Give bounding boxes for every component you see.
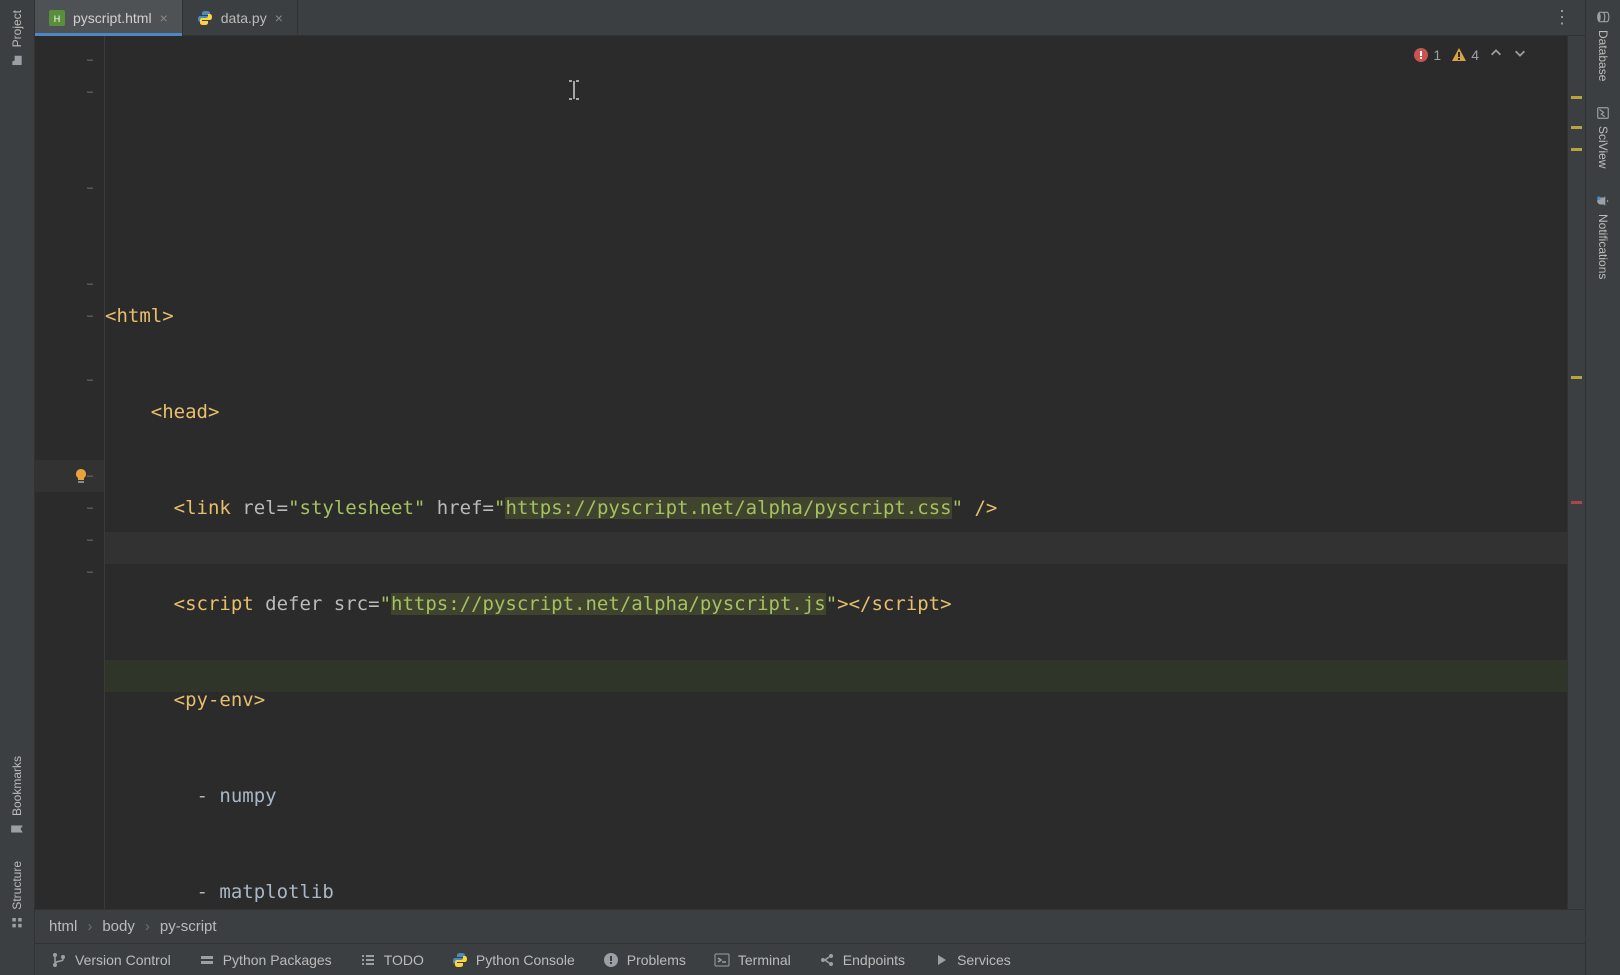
console-icon	[452, 952, 468, 968]
tool-sciview[interactable]: SciView	[1596, 106, 1610, 168]
tool-todo[interactable]: TODO	[360, 952, 424, 968]
html-file-icon: H	[49, 10, 65, 26]
fold-icon[interactable]	[84, 278, 96, 290]
breadcrumbs: html › body › py-script	[35, 909, 1585, 943]
tool-endpoints[interactable]: Endpoints	[819, 952, 905, 968]
fold-icon[interactable]	[84, 182, 96, 194]
intention-bulb-icon[interactable]	[73, 468, 89, 484]
tab-menu-icon[interactable]: ⋮	[1539, 0, 1585, 35]
structure-icon	[10, 916, 24, 930]
tool-services[interactable]: Services	[933, 952, 1011, 968]
sci-icon	[1596, 106, 1610, 120]
folder-icon	[10, 53, 24, 67]
todo-icon	[360, 952, 376, 968]
left-tool-stripe: Project Bookmarks Structure	[0, 0, 35, 975]
warning-icon	[1451, 47, 1467, 63]
error-stripe[interactable]	[1567, 36, 1585, 909]
database-icon	[1596, 10, 1610, 24]
tool-label: Bookmarks	[10, 756, 24, 816]
tool-notifications[interactable]: Notifications	[1596, 194, 1610, 279]
code-editor[interactable]: <html> <head> <link rel="stylesheet" hre…	[35, 36, 1585, 909]
tool-problems[interactable]: Problems	[603, 952, 686, 968]
tool-structure[interactable]: Structure	[10, 861, 24, 930]
tab-pyscript-html[interactable]: H pyscript.html ×	[35, 0, 183, 35]
tool-terminal[interactable]: Terminal	[714, 952, 791, 968]
tab-label: pyscript.html	[73, 10, 152, 26]
warning-count[interactable]: 4	[1451, 47, 1479, 63]
svg-text:H: H	[54, 14, 61, 24]
bookmark-icon	[10, 822, 24, 836]
editor-gutter	[35, 36, 105, 909]
tool-project[interactable]: Project	[10, 10, 24, 67]
tool-database[interactable]: Database	[1596, 10, 1610, 81]
main-area: H pyscript.html × data.py × ⋮	[35, 0, 1585, 975]
bottom-toolbar: Version Control Python Packages TODO Pyt…	[35, 943, 1585, 975]
marker-warning[interactable]	[1571, 126, 1582, 129]
tab-data-py[interactable]: data.py ×	[183, 0, 298, 35]
right-tool-stripe: Database SciView Notifications	[1585, 0, 1620, 975]
services-icon	[933, 952, 949, 968]
marker-warning[interactable]	[1571, 96, 1582, 99]
editor-tabbar: H pyscript.html × data.py × ⋮	[35, 0, 1585, 36]
error-icon	[1413, 47, 1429, 63]
python-file-icon	[197, 10, 213, 26]
breadcrumb-item[interactable]: html	[49, 918, 77, 935]
fold-icon[interactable]	[84, 54, 96, 66]
fold-icon[interactable]	[84, 534, 96, 546]
fold-icon[interactable]	[84, 374, 96, 386]
tool-label: Project	[10, 10, 24, 47]
chevron-up-icon[interactable]	[1489, 46, 1503, 63]
tool-label: Notifications	[1596, 214, 1610, 279]
tool-label: Database	[1596, 30, 1610, 81]
inspection-widget[interactable]: 1 4	[1413, 46, 1527, 63]
endpoints-icon	[819, 952, 835, 968]
packages-icon	[199, 952, 215, 968]
breadcrumb-item[interactable]: body	[102, 918, 135, 935]
tool-version-control[interactable]: Version Control	[51, 952, 171, 968]
bell-icon	[1596, 194, 1610, 208]
chevron-right-icon: ›	[87, 918, 92, 935]
code-area[interactable]: <html> <head> <link rel="stylesheet" hre…	[105, 36, 1567, 909]
marker-error[interactable]	[1571, 501, 1582, 504]
fold-icon[interactable]	[84, 86, 96, 98]
tool-python-console[interactable]: Python Console	[452, 952, 575, 968]
chevron-down-icon[interactable]	[1513, 46, 1527, 63]
tool-bookmarks[interactable]: Bookmarks	[10, 756, 24, 836]
breadcrumb-item[interactable]: py-script	[160, 918, 217, 935]
marker-warning[interactable]	[1571, 376, 1582, 379]
fold-icon[interactable]	[84, 502, 96, 514]
problems-icon	[603, 952, 619, 968]
marker-warning[interactable]	[1571, 148, 1582, 151]
branch-icon	[51, 952, 67, 968]
chevron-right-icon: ›	[145, 918, 150, 935]
close-icon[interactable]: ×	[160, 10, 168, 26]
error-count[interactable]: 1	[1413, 47, 1441, 63]
tab-label: data.py	[221, 10, 267, 26]
fold-icon[interactable]	[84, 566, 96, 578]
tool-python-packages[interactable]: Python Packages	[199, 952, 332, 968]
fold-icon[interactable]	[84, 310, 96, 322]
terminal-icon	[714, 952, 730, 968]
tool-label: Structure	[10, 861, 24, 910]
close-icon[interactable]: ×	[275, 10, 283, 26]
tool-label: SciView	[1596, 126, 1610, 168]
